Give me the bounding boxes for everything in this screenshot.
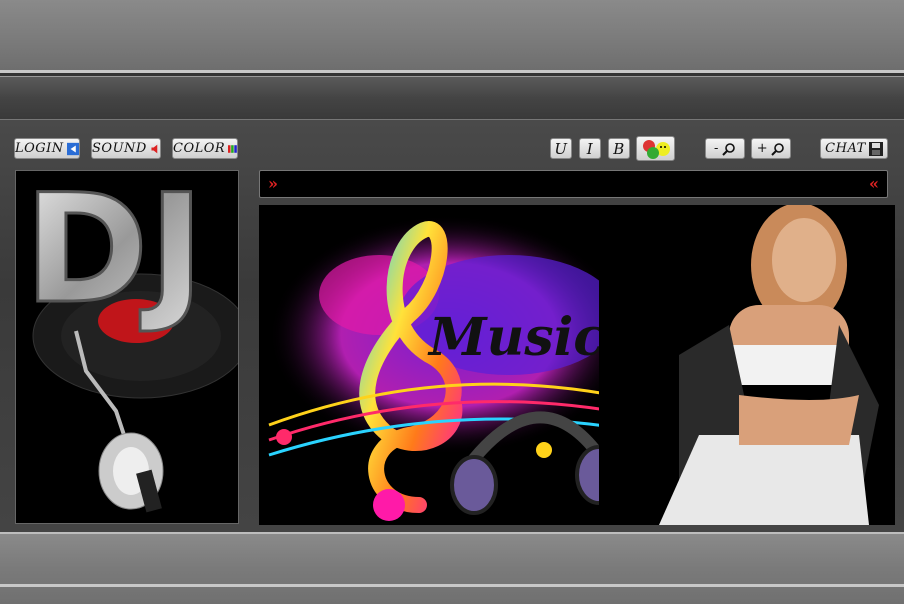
zoom-in-label: + [756, 141, 769, 156]
sound-label: SOUND [92, 141, 147, 156]
marquee-right-arrow[interactable]: « [869, 174, 879, 193]
underline-button[interactable]: U [550, 138, 572, 159]
palette-icon [228, 144, 237, 153]
color-label: COLOR [173, 141, 226, 156]
login-label: LOGIN [15, 141, 64, 156]
login-button[interactable]: LOGIN [14, 138, 80, 159]
dj-logo-panel: DJ [15, 170, 239, 524]
magnifier-icon [722, 142, 735, 156]
chat-button[interactable]: CHAT [820, 138, 888, 159]
magnifier-icon [771, 142, 785, 156]
emoticons-icon [642, 139, 670, 159]
italic-button[interactable]: I [579, 138, 601, 159]
arrow-left-icon [66, 142, 79, 155]
chat-label: CHAT [825, 141, 866, 156]
music-banner-image: Music [259, 205, 895, 525]
marquee-left-arrow[interactable]: » [268, 174, 278, 193]
color-button[interactable]: COLOR [172, 138, 238, 159]
music-script-text: Music [427, 307, 605, 368]
top-header-band [0, 0, 904, 73]
floppy-disk-icon [868, 141, 883, 156]
underline-label: U [554, 139, 568, 158]
speaker-icon [151, 144, 158, 153]
dj-logo-text: DJ [24, 171, 204, 337]
zoom-out-button[interactable]: - [705, 138, 745, 159]
music-banner-art: Music [268, 205, 895, 525]
footer-band [0, 532, 904, 604]
title-bar-band [0, 76, 904, 185]
dj-turntable-image: DJ [23, 171, 238, 513]
italic-label: I [586, 139, 594, 158]
zoom-out-label: - [714, 141, 719, 156]
zoom-in-button[interactable]: + [751, 138, 791, 159]
bold-label: B [613, 139, 625, 158]
marquee-bar: » « [259, 170, 888, 198]
bold-button[interactable]: B [608, 138, 630, 159]
sound-button[interactable]: SOUND [91, 138, 161, 159]
emoticons-button[interactable] [636, 136, 675, 161]
